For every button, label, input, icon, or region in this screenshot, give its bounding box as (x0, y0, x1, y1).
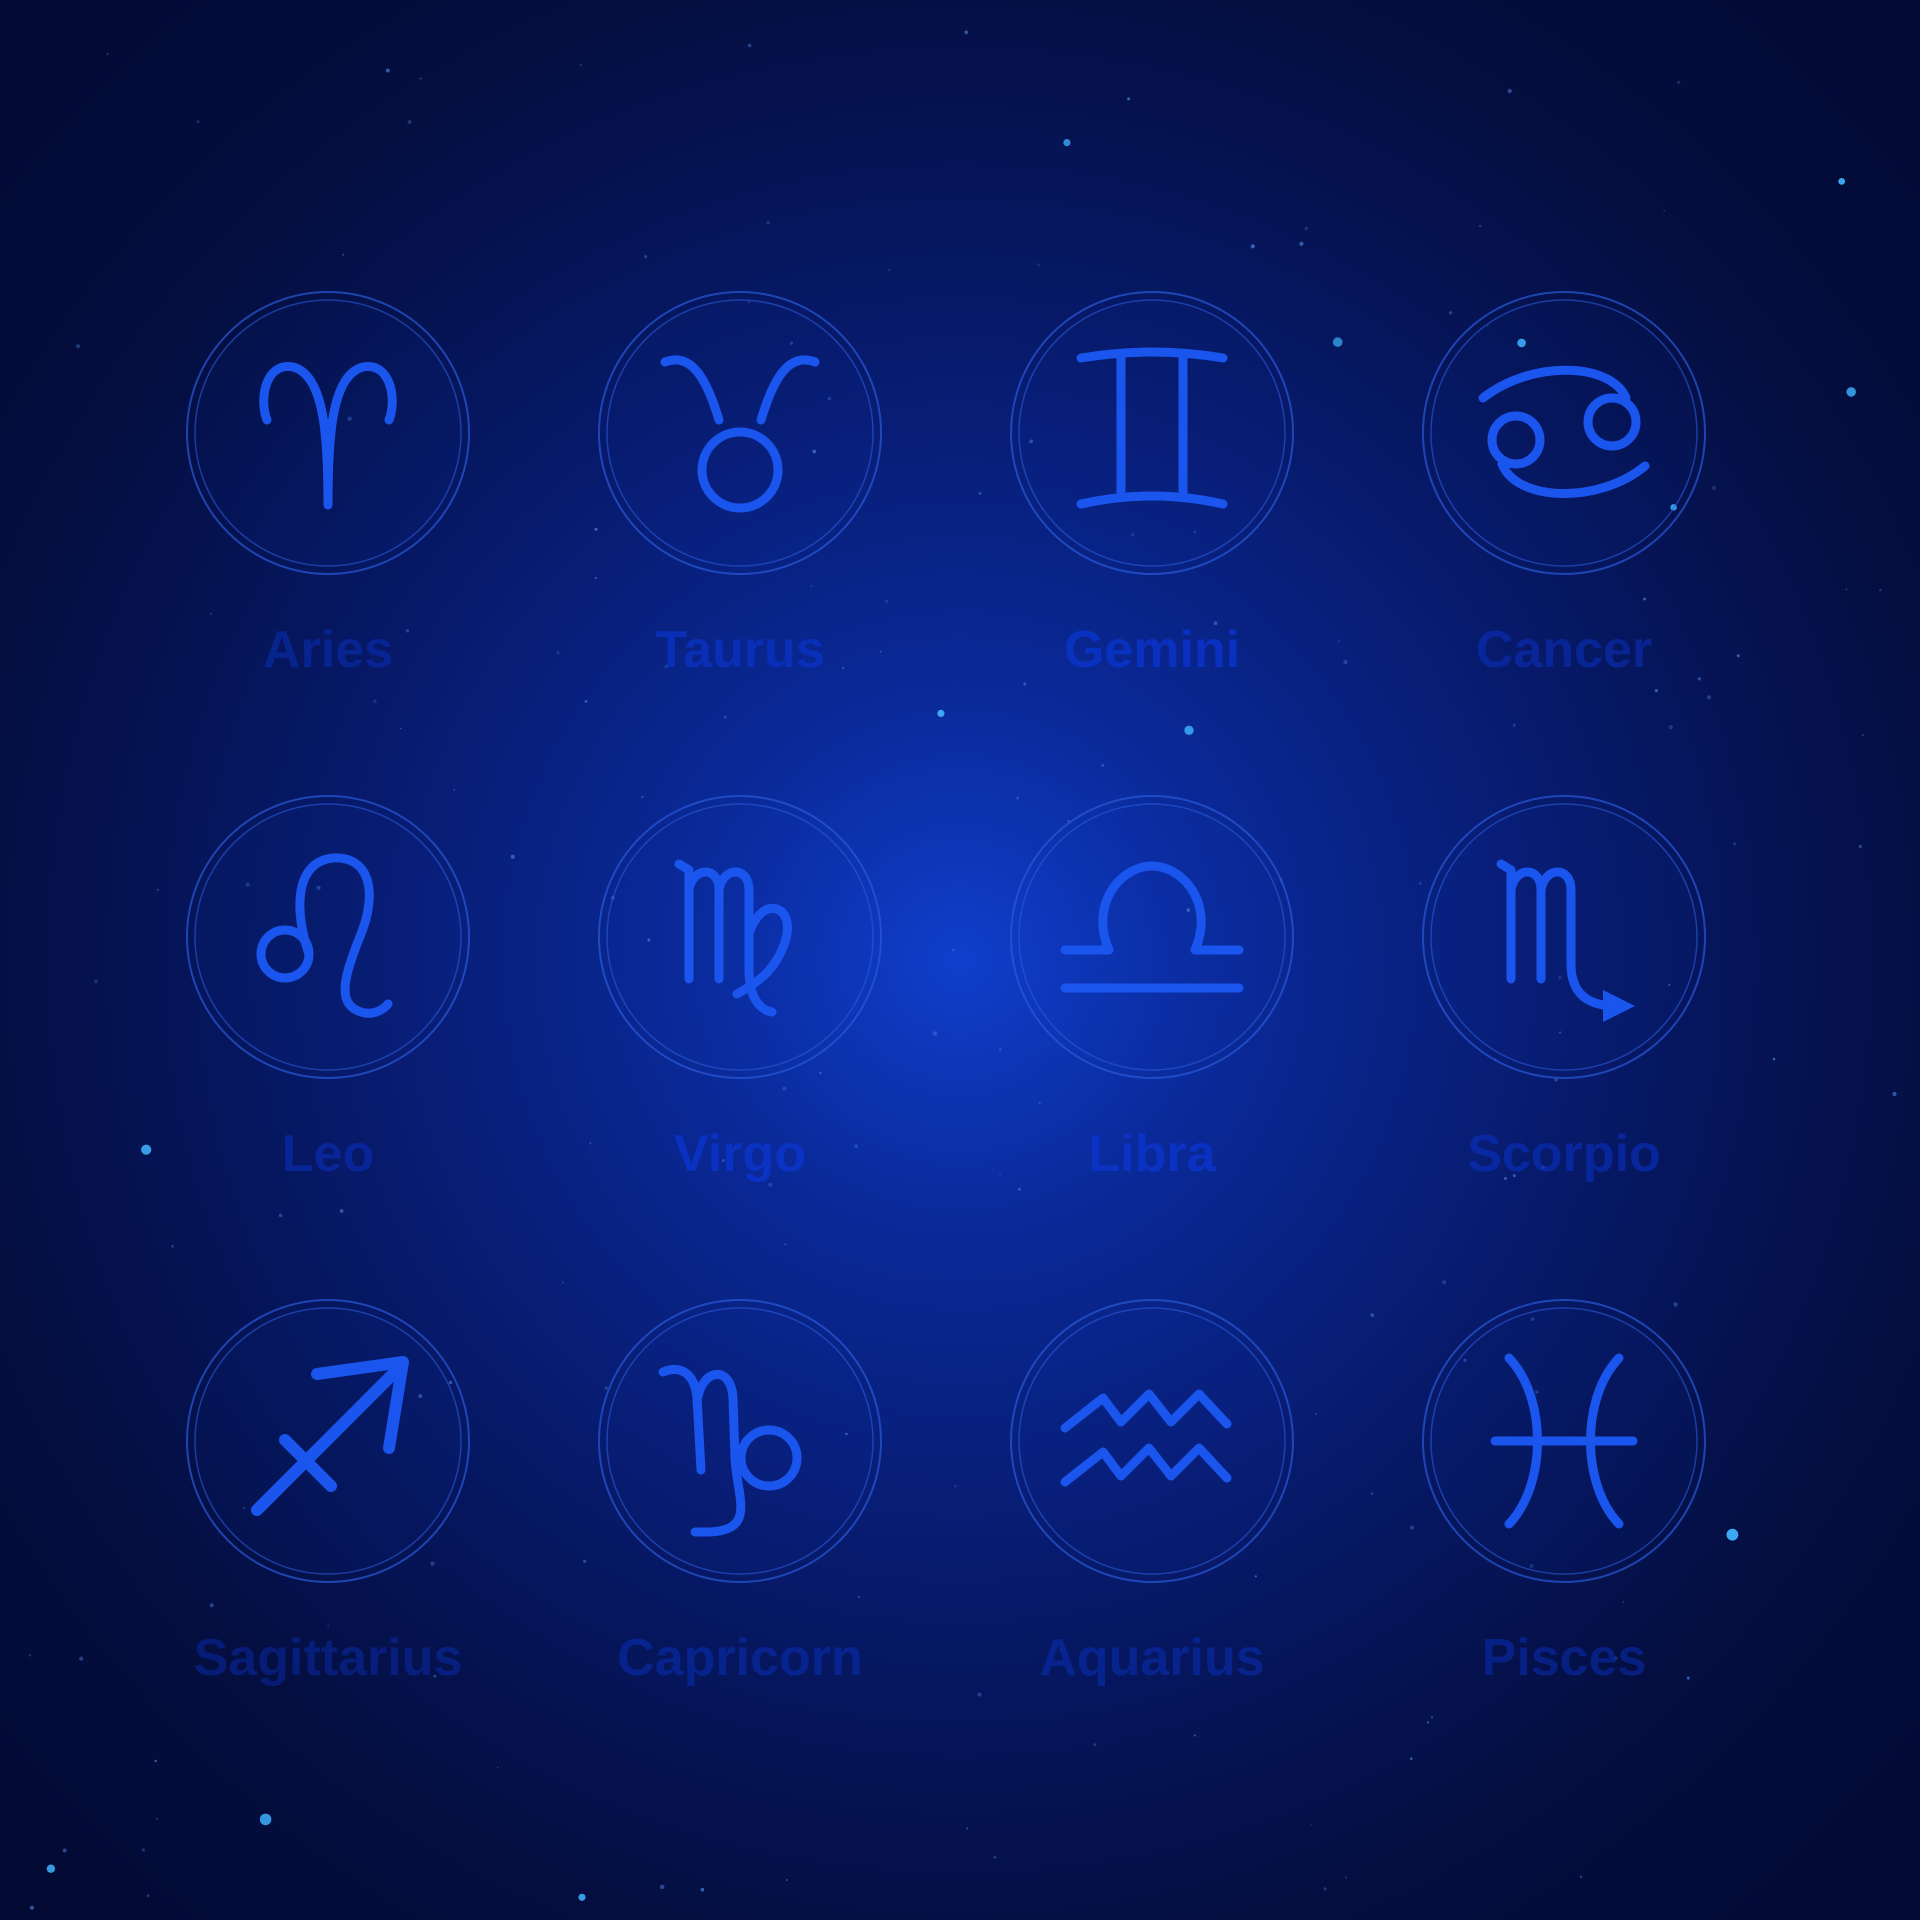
libra-icon (1010, 795, 1294, 1079)
sign-pisces: Pisces (1358, 1298, 1770, 1758)
sign-capricorn: Capricorn (534, 1298, 946, 1758)
sign-leo: Leo (122, 794, 534, 1254)
sign-gemini: Gemini (946, 290, 1358, 750)
sign-label-scorpio: Scorpio (1467, 1125, 1661, 1183)
sign-label-leo: Leo (281, 1125, 375, 1183)
sign-sagittarius: Sagittarius (122, 1298, 534, 1758)
pisces-icon (1422, 1299, 1706, 1583)
scorpio-icon (1422, 795, 1706, 1079)
sign-aquarius: Aquarius (946, 1298, 1358, 1758)
sign-label-pisces: Pisces (1481, 1629, 1647, 1687)
sign-aries: Aries (122, 290, 534, 750)
zodiac-grid: Aries Taurus Gemini Cancer Leo Virgo Lib… (0, 0, 1920, 1920)
sign-cancer: Cancer (1358, 290, 1770, 750)
gemini-icon (1010, 291, 1294, 575)
sign-scorpio: Scorpio (1358, 794, 1770, 1254)
sign-virgo: Virgo (534, 794, 946, 1254)
sign-libra: Libra (946, 794, 1358, 1254)
sign-label-capricorn: Capricorn (617, 1629, 863, 1687)
capricorn-icon (598, 1299, 882, 1583)
taurus-icon (598, 291, 882, 575)
sign-label-libra: Libra (1088, 1125, 1216, 1183)
aquarius-icon (1010, 1299, 1294, 1583)
sign-taurus: Taurus (534, 290, 946, 750)
sign-label-virgo: Virgo (674, 1125, 806, 1183)
sign-label-taurus: Taurus (655, 621, 825, 679)
virgo-icon (598, 795, 882, 1079)
sign-label-cancer: Cancer (1475, 621, 1653, 679)
sign-label-aquarius: Aquarius (1039, 1629, 1265, 1687)
cancer-icon (1422, 291, 1706, 575)
sign-label-sagittarius: Sagittarius (193, 1629, 463, 1687)
aries-icon (186, 291, 470, 575)
sign-label-gemini: Gemini (1063, 621, 1241, 679)
sagittarius-icon (186, 1299, 470, 1583)
sign-label-aries: Aries (262, 621, 394, 679)
leo-icon (186, 795, 470, 1079)
